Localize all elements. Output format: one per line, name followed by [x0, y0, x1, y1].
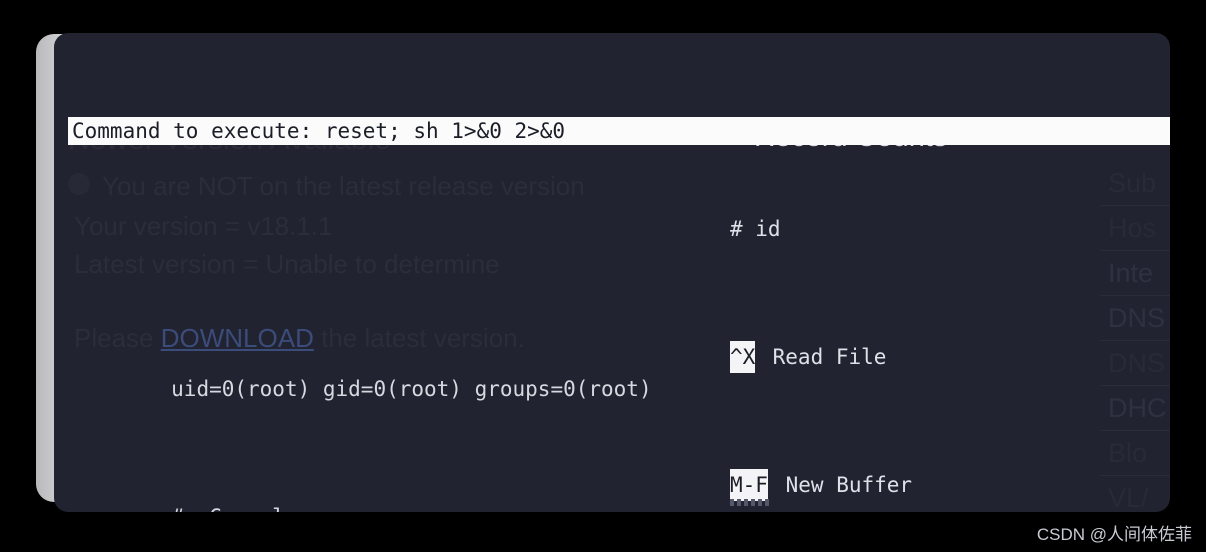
terminal-line: uid=0(root) gid=0(root) groups=0(root) ^…: [70, 341, 1170, 401]
nano-cmd-id: # id: [730, 213, 781, 245]
nano-shortcut-readfile-label[interactable]: Read File: [760, 341, 887, 373]
csdn-watermark: CSDN @人间体佐菲: [1036, 525, 1192, 544]
terminal-output: # id uid=0(root) gid=0(root) groups=0(ro…: [70, 117, 1170, 512]
uid-output-1: uid=0(root) gid=0(root) groups=0(root): [171, 377, 652, 401]
nano-shortcut-newbuffer-key[interactable]: M-F: [730, 469, 768, 501]
terminal-line: # Cancel M-F New Buffer: [70, 469, 1170, 512]
nano-shortcut-newbuffer-label[interactable]: New Buffer: [773, 469, 913, 501]
nano-shortcut-readfile-key[interactable]: ^X: [730, 341, 756, 373]
nano-cancel-line: # Cancel: [171, 505, 285, 512]
terminal-window[interactable]: Newer Version Available You are NOT on t…: [54, 33, 1170, 512]
screenshot-stage: Newer Version Available You are NOT on t…: [0, 0, 1206, 552]
drag-handle-dots-icon[interactable]: [730, 499, 772, 506]
terminal-line: # id: [70, 213, 1170, 245]
